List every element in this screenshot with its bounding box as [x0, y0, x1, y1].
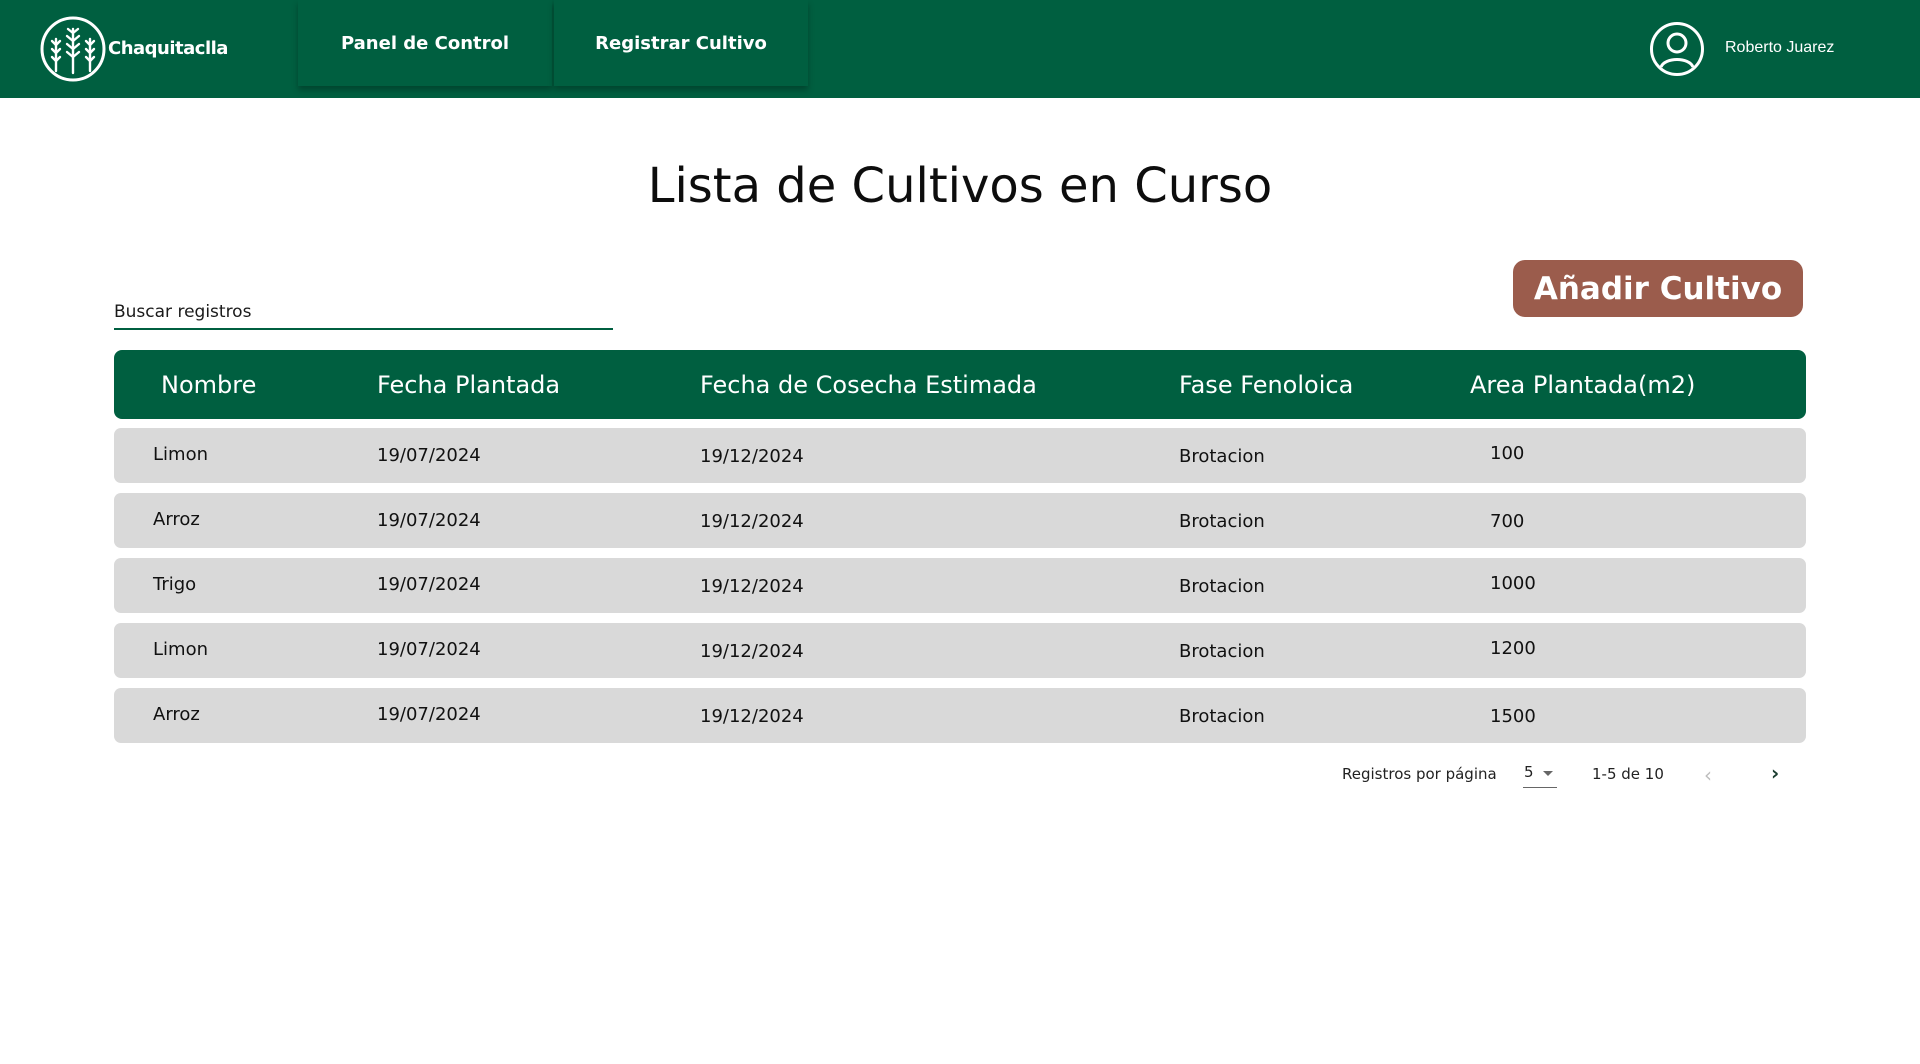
- rows-per-page-label: Registros por página: [1342, 765, 1497, 783]
- cell-fecha-plantada: 19/07/2024: [377, 574, 481, 595]
- caret-down-icon: [1543, 771, 1553, 776]
- column-header-fecha-cosecha: Fecha de Cosecha Estimada: [700, 371, 1037, 399]
- chevron-left-icon[interactable]: ‹: [1704, 763, 1712, 787]
- rows-per-page-value: 5: [1524, 763, 1534, 781]
- cell-area: 1500: [1490, 706, 1536, 727]
- user-name[interactable]: Roberto Juarez: [1725, 39, 1834, 57]
- brand-name: Chaquitaclla: [108, 38, 228, 59]
- chevron-right-icon[interactable]: ›: [1771, 761, 1779, 785]
- add-crop-button[interactable]: Añadir Cultivo: [1513, 260, 1803, 317]
- cell-area: 1200: [1490, 638, 1536, 659]
- page-title: Lista de Cultivos en Curso: [647, 158, 1273, 214]
- cell-fase: Brotacion: [1179, 511, 1265, 532]
- cell-nombre: Limon: [153, 639, 208, 660]
- cell-nombre: Limon: [153, 444, 208, 465]
- wheat-logo-icon[interactable]: [38, 15, 108, 83]
- column-header-area: Area Plantada(m2): [1470, 371, 1696, 399]
- pagination-range: 1-5 de 10: [1592, 765, 1664, 783]
- table-row[interactable]: Arroz 19/07/2024 19/12/2024 Brotacion 70…: [114, 493, 1806, 548]
- cell-fase: Brotacion: [1179, 446, 1265, 467]
- column-header-nombre: Nombre: [161, 371, 257, 399]
- column-header-fase: Fase Fenoloica: [1179, 371, 1354, 399]
- cell-fecha-plantada: 19/07/2024: [377, 510, 481, 531]
- cell-fase: Brotacion: [1179, 641, 1265, 662]
- top-navbar: Chaquitaclla Panel de Control Registrar …: [0, 0, 1920, 98]
- nav-panel-de-control[interactable]: Panel de Control: [298, 0, 552, 86]
- cell-fecha-cosecha: 19/12/2024: [700, 446, 804, 467]
- cell-fecha-plantada: 19/07/2024: [377, 445, 481, 466]
- table-row[interactable]: Limon 19/07/2024 19/12/2024 Brotacion 12…: [114, 623, 1806, 678]
- cell-nombre: Arroz: [153, 509, 200, 530]
- cell-area: 100: [1490, 443, 1525, 464]
- cell-fecha-cosecha: 19/12/2024: [700, 706, 804, 727]
- cell-fase: Brotacion: [1179, 706, 1265, 727]
- cell-fecha-cosecha: 19/12/2024: [700, 641, 804, 662]
- cell-fecha-plantada: 19/07/2024: [377, 704, 481, 725]
- cell-fase: Brotacion: [1179, 576, 1265, 597]
- search-input[interactable]: [114, 296, 613, 330]
- column-header-fecha-plantada: Fecha Plantada: [377, 371, 561, 399]
- cell-fecha-plantada: 19/07/2024: [377, 639, 481, 660]
- cell-area: 1000: [1490, 573, 1536, 594]
- cell-fecha-cosecha: 19/12/2024: [700, 511, 804, 532]
- nav-registrar-cultivo[interactable]: Registrar Cultivo: [554, 0, 808, 86]
- cell-fecha-cosecha: 19/12/2024: [700, 576, 804, 597]
- table-row[interactable]: Trigo 19/07/2024 19/12/2024 Brotacion 10…: [114, 558, 1806, 613]
- rows-per-page-select[interactable]: 5: [1523, 761, 1557, 788]
- table-row[interactable]: Arroz 19/07/2024 19/12/2024 Brotacion 15…: [114, 688, 1806, 743]
- cell-area: 700: [1490, 511, 1525, 532]
- table-header: Nombre Fecha Plantada Fecha de Cosecha E…: [114, 350, 1806, 419]
- table-row[interactable]: Limon 19/07/2024 19/12/2024 Brotacion 10…: [114, 428, 1806, 483]
- cell-nombre: Trigo: [153, 574, 197, 595]
- user-avatar-icon[interactable]: [1649, 21, 1705, 77]
- cell-nombre: Arroz: [153, 704, 200, 725]
